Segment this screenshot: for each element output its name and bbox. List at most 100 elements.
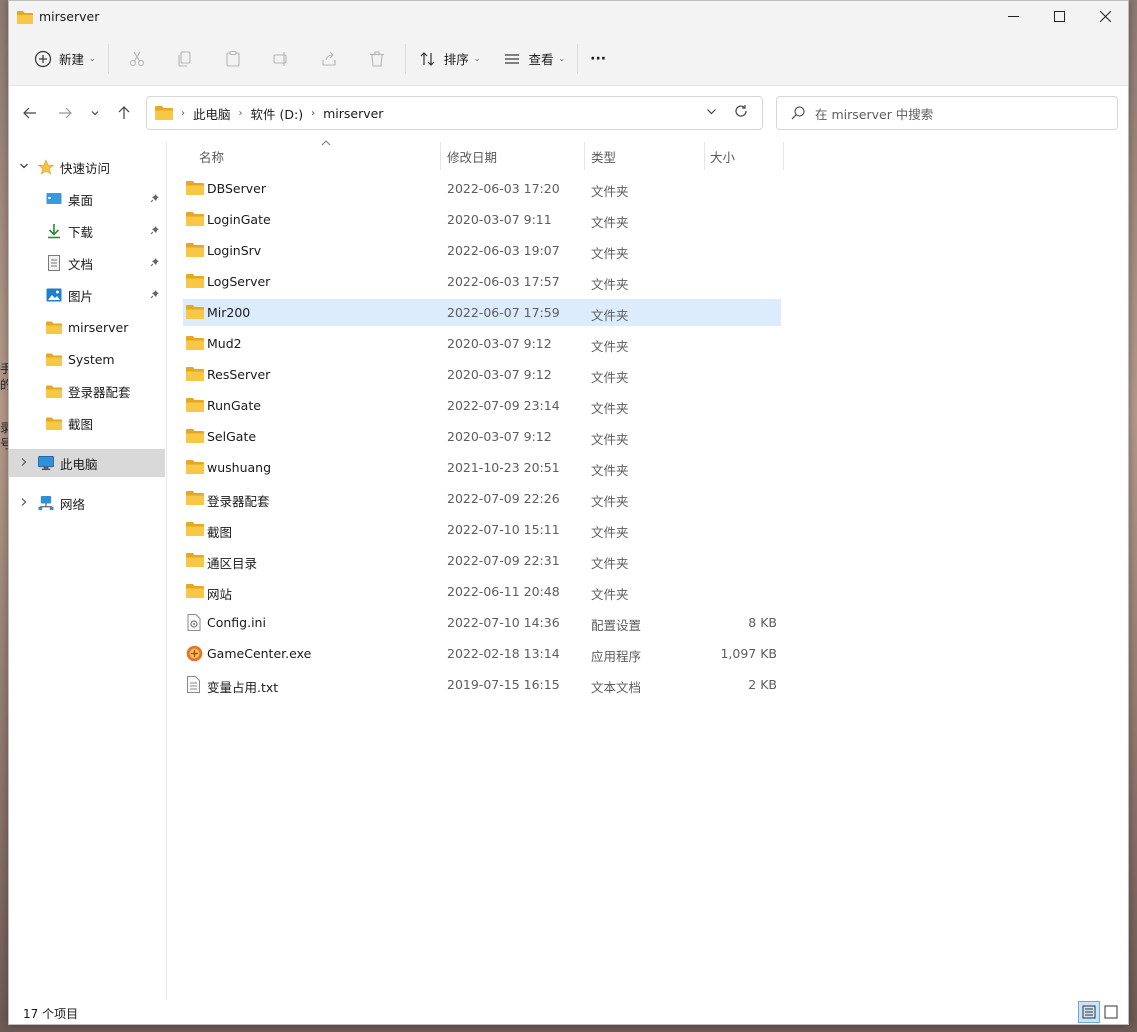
chevron-down-icon: ⌄ <box>473 54 481 63</box>
folder-icon <box>46 351 62 367</box>
maximize-button[interactable] <box>1036 1 1082 32</box>
folder-icon <box>186 273 204 289</box>
file-row[interactable]: LoginGate 2020-03-07 9:11 文件夹 <box>183 206 781 233</box>
maximize-icon <box>1053 11 1065 22</box>
file-row[interactable]: DBServer 2022-06-03 17:20 文件夹 <box>183 175 781 202</box>
sidebar-item-screenshots[interactable]: 截图 <box>9 409 165 437</box>
text-file-icon <box>186 676 204 693</box>
file-row[interactable]: Config.ini 2022-07-10 14:36 配置设置 8 KB <box>183 609 781 636</box>
sidebar-item-quick-access[interactable]: 快速访问 <box>9 153 165 181</box>
tiles-view-button[interactable] <box>1100 1001 1122 1023</box>
column-header-name[interactable]: 名称 <box>199 142 224 170</box>
column-divider[interactable] <box>584 142 585 170</box>
title-bar[interactable]: mirserver <box>9 1 1128 32</box>
minimize-button[interactable] <box>990 1 1036 32</box>
delete-button[interactable] <box>353 42 401 76</box>
pin-icon <box>150 289 160 302</box>
file-row[interactable]: 变量占用.txt 2019-07-15 16:15 文本文档 2 KB <box>183 671 781 698</box>
file-row[interactable]: 通区目录 2022-07-09 22:31 文件夹 <box>183 547 781 574</box>
refresh-button[interactable] <box>726 104 756 122</box>
cut-button[interactable] <box>113 42 161 76</box>
file-row[interactable]: LogServer 2022-06-03 17:57 文件夹 <box>183 268 781 295</box>
chevron-right-icon[interactable] <box>18 497 30 510</box>
app-icon <box>186 645 204 662</box>
folder-icon <box>46 415 62 431</box>
folder-icon <box>186 242 204 258</box>
chevron-right-icon[interactable] <box>18 457 30 470</box>
plus-circle-icon <box>33 49 53 69</box>
copy-button[interactable] <box>161 42 209 76</box>
file-row[interactable]: 网站 2022-06-11 20:48 文件夹 <box>183 578 781 605</box>
file-type: 文件夹 <box>591 463 629 478</box>
sidebar-item-this-pc[interactable]: 此电脑 <box>9 449 165 477</box>
sidebar-item-desktop[interactable]: 桌面 <box>9 185 165 213</box>
new-button[interactable]: 新建 ⌄ <box>25 42 104 76</box>
file-row[interactable]: Mir200 2022-06-07 17:59 文件夹 <box>183 299 781 326</box>
address-history-button[interactable] <box>696 106 726 121</box>
folder-icon <box>46 383 62 399</box>
close-icon <box>1099 11 1111 22</box>
file-row[interactable]: GameCenter.exe 2022-02-18 13:14 应用程序 1,097 … <box>183 640 781 667</box>
file-date: 2020-03-07 9:12 <box>447 336 552 351</box>
minimize-icon <box>1007 16 1019 17</box>
sidebar-item-label: mirserver <box>68 319 129 335</box>
sidebar-item-label: 截图 <box>68 416 94 432</box>
breadcrumb-mirserver[interactable]: mirserver <box>323 106 383 121</box>
chevron-right-icon[interactable]: › <box>239 108 243 119</box>
file-name: 截图 <box>207 525 233 540</box>
file-date: 2022-06-03 17:57 <box>447 274 560 289</box>
file-row[interactable]: LoginSrv 2022-06-03 19:07 文件夹 <box>183 237 781 264</box>
column-header-size[interactable]: 大小 <box>710 142 735 170</box>
sidebar-item-network[interactable]: 网络 <box>9 489 165 517</box>
chevron-right-icon[interactable]: › <box>311 108 315 119</box>
file-row[interactable]: SelGate 2020-03-07 9:12 文件夹 <box>183 423 781 450</box>
chevron-down-icon: ⌄ <box>558 54 566 63</box>
up-button[interactable] <box>108 97 140 129</box>
file-type: 应用程序 <box>591 649 642 664</box>
paste-button[interactable] <box>209 42 257 76</box>
sidebar-item-pictures[interactable]: 图片 <box>9 281 165 309</box>
sidebar-item-launcher-kit[interactable]: 登录器配套 <box>9 377 165 405</box>
sidebar-item-system[interactable]: System <box>9 345 165 373</box>
rename-button[interactable] <box>257 42 305 76</box>
more-button[interactable]: ··· <box>582 42 614 76</box>
sidebar-item-mirserver[interactable]: mirserver <box>9 313 165 341</box>
share-button[interactable] <box>305 42 353 76</box>
recent-locations-button[interactable] <box>81 97 109 129</box>
file-name: LogServer <box>207 274 271 289</box>
column-header-date[interactable]: 修改日期 <box>447 142 497 170</box>
file-row[interactable]: wushuang 2021-10-23 20:51 文件夹 <box>183 454 781 481</box>
file-type: 配置设置 <box>591 618 642 633</box>
computer-icon <box>38 455 54 471</box>
file-row[interactable]: 截图 2022-07-10 15:11 文件夹 <box>183 516 781 543</box>
file-row[interactable]: Mud2 2020-03-07 9:12 文件夹 <box>183 330 781 357</box>
breadcrumb-drive-d[interactable]: 软件 (D:) <box>251 104 304 123</box>
search-input[interactable]: 在 mirserver 中搜索 <box>776 96 1118 130</box>
column-divider[interactable] <box>440 142 441 170</box>
arrow-up-icon <box>118 106 130 119</box>
column-divider[interactable] <box>783 142 784 170</box>
explorer-window: mirserver 新建 ⌄ 排序 ⌄ 查看 ⌄ ··· › 此电脑 › 软件 … <box>8 0 1129 1025</box>
view-button[interactable]: 查看 ⌄ <box>494 42 573 76</box>
address-bar[interactable]: › 此电脑 › 软件 (D:) › mirserver <box>146 96 763 130</box>
forward-button[interactable] <box>49 97 81 129</box>
breadcrumb-this-pc[interactable]: 此电脑 <box>193 104 231 123</box>
file-row[interactable]: RunGate 2022-07-09 23:14 文件夹 <box>183 392 781 419</box>
close-button[interactable] <box>1082 1 1128 32</box>
column-divider[interactable] <box>704 142 705 170</box>
chevron-down-icon[interactable] <box>18 161 30 174</box>
file-row[interactable]: ResServer 2020-03-07 9:12 文件夹 <box>183 361 781 388</box>
item-count: 17 个项目 <box>23 1007 79 1021</box>
sidebar-item-downloads[interactable]: 下载 <box>9 217 165 245</box>
pin-icon <box>150 257 160 270</box>
back-button[interactable] <box>14 97 46 129</box>
file-type: 文件夹 <box>591 556 629 571</box>
file-date: 2020-03-07 9:11 <box>447 212 552 227</box>
file-row[interactable]: 登录器配套 2022-07-09 22:26 文件夹 <box>183 485 781 512</box>
sort-button[interactable]: 排序 ⌄ <box>410 42 489 76</box>
file-name: 通区目录 <box>207 556 258 571</box>
sidebar-item-documents[interactable]: 文档 <box>9 249 165 277</box>
column-header-type[interactable]: 类型 <box>591 142 616 170</box>
details-view-button[interactable] <box>1078 1001 1100 1023</box>
file-type: 文件夹 <box>591 277 629 292</box>
